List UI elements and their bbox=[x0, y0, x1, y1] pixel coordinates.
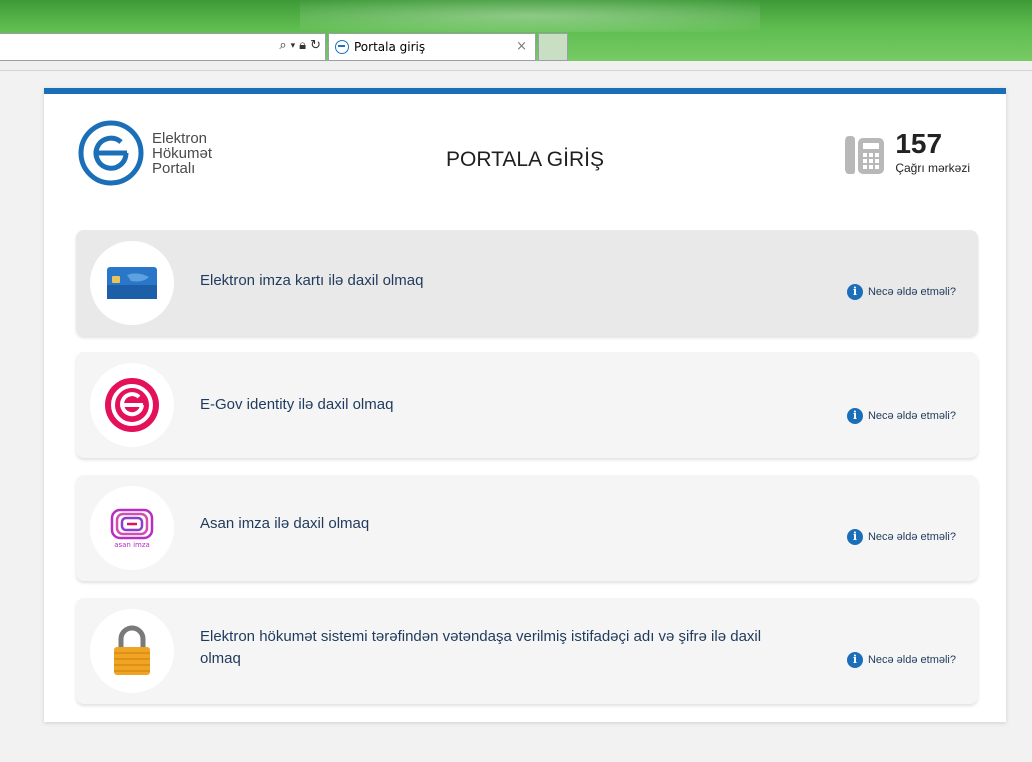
refresh-icon[interactable]: ↻ bbox=[310, 38, 321, 53]
call-center: 157 Çağrı mərkəzi bbox=[841, 130, 970, 178]
help-label: Necə əldə etməli? bbox=[867, 286, 956, 298]
tab-title: Portala giriş bbox=[354, 40, 426, 54]
how-to-get-link[interactable]: i Necə əldə etməli? bbox=[846, 652, 956, 668]
call-label: Çağrı mərkəzi bbox=[895, 161, 970, 175]
dropdown-icon[interactable]: ▾ bbox=[291, 41, 296, 51]
close-icon[interactable]: × bbox=[516, 39, 527, 54]
login-option-asan-imza[interactable]: asan imza Asan imza ilə daxil olmaq i Ne… bbox=[76, 475, 978, 581]
info-icon: i bbox=[846, 652, 863, 668]
option-icon-circle bbox=[90, 241, 174, 325]
login-option-username-password[interactable]: Elektron hökumət sistemi tərəfindən vətə… bbox=[76, 598, 978, 704]
option-label: E-Gov identity ilə daxil olmaq bbox=[200, 396, 394, 413]
call-number: 157 bbox=[895, 128, 943, 159]
help-label: Necə əldə etməli? bbox=[867, 531, 956, 543]
logo-line-1: Elektron bbox=[152, 129, 208, 147]
search-icon[interactable]: ⌕ bbox=[279, 38, 286, 53]
option-label: Asan imza ilə daxil olmaq bbox=[200, 515, 370, 532]
asan-fingerprint-icon bbox=[110, 508, 154, 539]
option-icon-circle: asan imza bbox=[90, 486, 174, 570]
option-icon-circle bbox=[90, 363, 174, 447]
new-tab-button[interactable] bbox=[538, 33, 568, 61]
info-icon: i bbox=[846, 408, 863, 424]
lock-icon[interactable]: 🔒︎ bbox=[299, 38, 306, 53]
toolbar-strip bbox=[0, 61, 1032, 71]
option-label: Elektron imza kartı ilə daxil olmaq bbox=[200, 272, 424, 289]
address-bar-icons: ⌕ ▾ 🔒︎ ↻ bbox=[279, 38, 321, 53]
how-to-get-link[interactable]: i Necə əldə etməli? bbox=[846, 284, 956, 300]
asan-imza-logo-text: asan imza bbox=[114, 540, 150, 549]
login-option-egov-identity[interactable]: E-Gov identity ilə daxil olmaq i Necə əl… bbox=[76, 352, 978, 458]
info-icon: i bbox=[846, 284, 863, 300]
info-icon: i bbox=[846, 529, 863, 545]
option-label: Elektron hökumət sistemi tərəfindən vətə… bbox=[200, 628, 762, 667]
login-option-esign-card[interactable]: Elektron imza kartı ilə daxil olmaq i Ne… bbox=[76, 230, 978, 336]
how-to-get-link[interactable]: i Necə əldə etməli? bbox=[846, 529, 956, 545]
egov-identity-icon bbox=[105, 378, 159, 432]
tab-portala-giris[interactable]: Portala giriş × bbox=[328, 33, 536, 61]
titlebar-glow bbox=[300, 0, 760, 32]
phone-icon bbox=[845, 136, 885, 174]
help-label: Necə əldə etməli? bbox=[867, 410, 956, 422]
how-to-get-link[interactable]: i Necə əldə etməli? bbox=[846, 408, 956, 424]
padlock-icon bbox=[114, 625, 150, 675]
egov-favicon-icon bbox=[335, 40, 349, 54]
help-label: Necə əldə etməli? bbox=[867, 654, 956, 666]
login-card: Elektron Hökumət Portalı PORTALA GİRİŞ 1… bbox=[44, 88, 1006, 722]
option-icon-circle bbox=[90, 609, 174, 693]
address-bar[interactable]: ⌕ ▾ 🔒︎ ↻ bbox=[0, 33, 326, 61]
asan-imza-icon: asan imza bbox=[110, 508, 154, 549]
smart-card-icon bbox=[107, 267, 157, 299]
